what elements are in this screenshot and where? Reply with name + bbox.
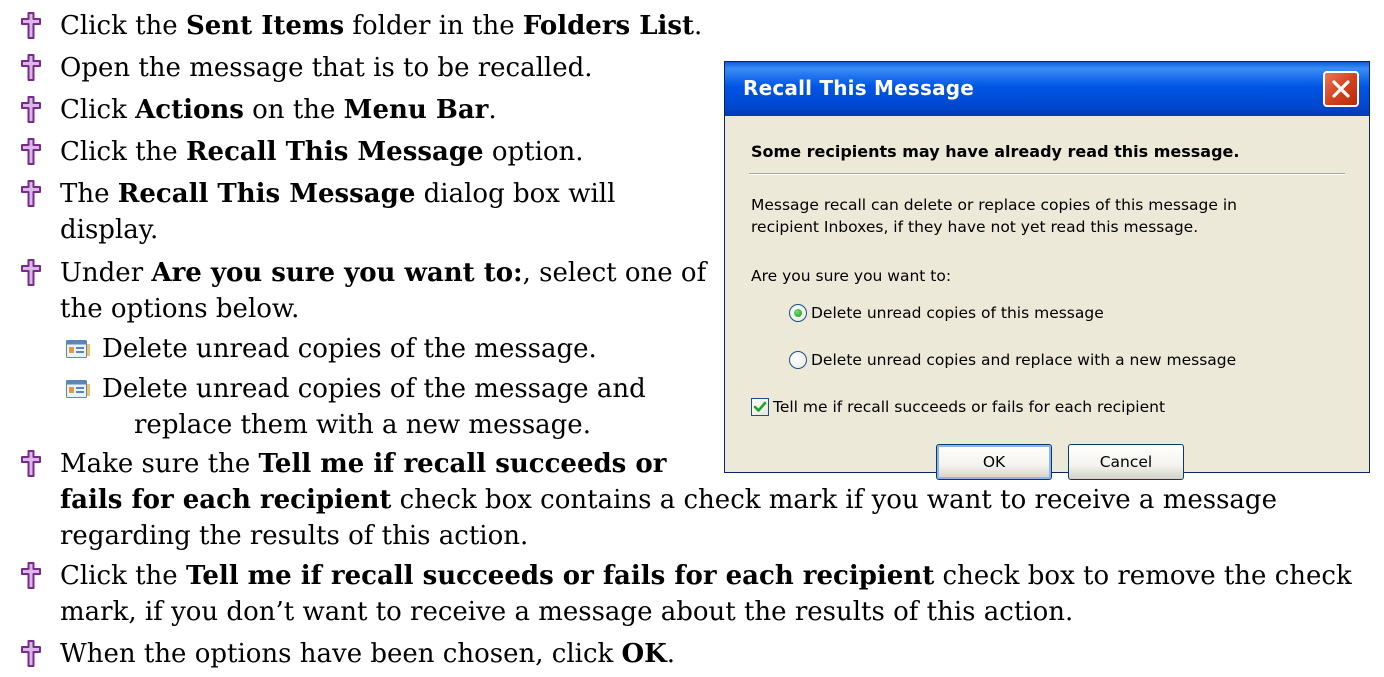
cross-bullet-icon xyxy=(20,562,42,590)
sub-option-2: Delete unread copies of the message and xyxy=(102,373,646,405)
checkmark-icon xyxy=(753,401,767,412)
dialog-title: Recall This Message xyxy=(743,76,975,100)
cancel-button[interactable]: Cancel xyxy=(1068,444,1184,480)
step-3: Click Actions on the Menu Bar. xyxy=(60,94,497,126)
cross-bullet-icon xyxy=(20,180,42,208)
tell-me-checkbox[interactable] xyxy=(751,398,769,416)
option-delete-unread-label: Delete unread copies of this message xyxy=(811,304,1104,322)
option-delete-and-replace[interactable]: Delete unread copies and replace with a … xyxy=(789,351,1236,369)
cross-bullet-icon xyxy=(20,450,42,478)
step-8: Click the Tell me if recall succeeds or … xyxy=(60,560,1352,592)
sub-option-1: Delete unread copies of the message. xyxy=(102,333,597,365)
dialog-description-line-2: recipient Inboxes, if they have not yet … xyxy=(751,218,1199,236)
tell-me-checkbox-row[interactable]: Tell me if recall succeeds or fails for … xyxy=(751,398,1165,416)
radio-button[interactable] xyxy=(789,351,807,369)
dialog-titlebar[interactable]: Recall This Message xyxy=(725,62,1369,116)
step-2: Open the message that is to be recalled. xyxy=(60,52,593,84)
cross-bullet-icon xyxy=(20,54,42,82)
step-5: The Recall This Message dialog box will xyxy=(60,178,615,210)
cross-bullet-icon xyxy=(20,138,42,166)
dialog-question: Are you sure you want to: xyxy=(751,267,952,285)
contact-card-icon xyxy=(66,380,90,399)
step-5-continued: display. xyxy=(60,215,159,245)
cross-bullet-icon xyxy=(20,640,42,668)
dialog-description-line-1: Message recall can delete or replace cop… xyxy=(751,196,1237,214)
step-4: Click the Recall This Message option. xyxy=(60,136,584,168)
dialog-heading: Some recipients may have already read th… xyxy=(751,142,1240,161)
step-7-continued: fails for each recipient check box conta… xyxy=(60,485,1277,515)
close-icon xyxy=(1332,80,1350,98)
recall-message-dialog: Recall This Message Some recipients may … xyxy=(724,61,1370,480)
tell-me-checkbox-label: Tell me if recall succeeds or fails for … xyxy=(773,398,1166,416)
cross-bullet-icon xyxy=(20,96,42,124)
step-6-continued: the options below. xyxy=(60,294,300,324)
step-8-continued: mark, if you don’t want to receive a mes… xyxy=(60,597,1074,627)
step-7: Make sure the Tell me if recall succeeds… xyxy=(60,448,666,480)
close-button[interactable] xyxy=(1323,71,1359,107)
contact-card-icon xyxy=(66,340,90,359)
step-6: Under Are you sure you want to:, select … xyxy=(60,257,706,289)
option-delete-and-replace-label: Delete unread copies and replace with a … xyxy=(811,351,1237,369)
radio-button-selected[interactable] xyxy=(789,304,807,322)
dialog-body: Some recipients may have already read th… xyxy=(729,116,1365,480)
option-delete-unread[interactable]: Delete unread copies of this message xyxy=(789,304,1104,322)
divider xyxy=(749,173,1345,175)
cross-bullet-icon xyxy=(20,259,42,287)
ok-button[interactable]: OK xyxy=(936,444,1052,480)
step-1: Click the Sent Items folder in the Folde… xyxy=(60,10,702,42)
cross-bullet-icon xyxy=(20,12,42,40)
step-9: When the options have been chosen, click… xyxy=(60,638,675,670)
sub-option-2-continued: replace them with a new message. xyxy=(134,410,591,440)
step-7-continued-2: regarding the results of this action. xyxy=(60,521,529,551)
